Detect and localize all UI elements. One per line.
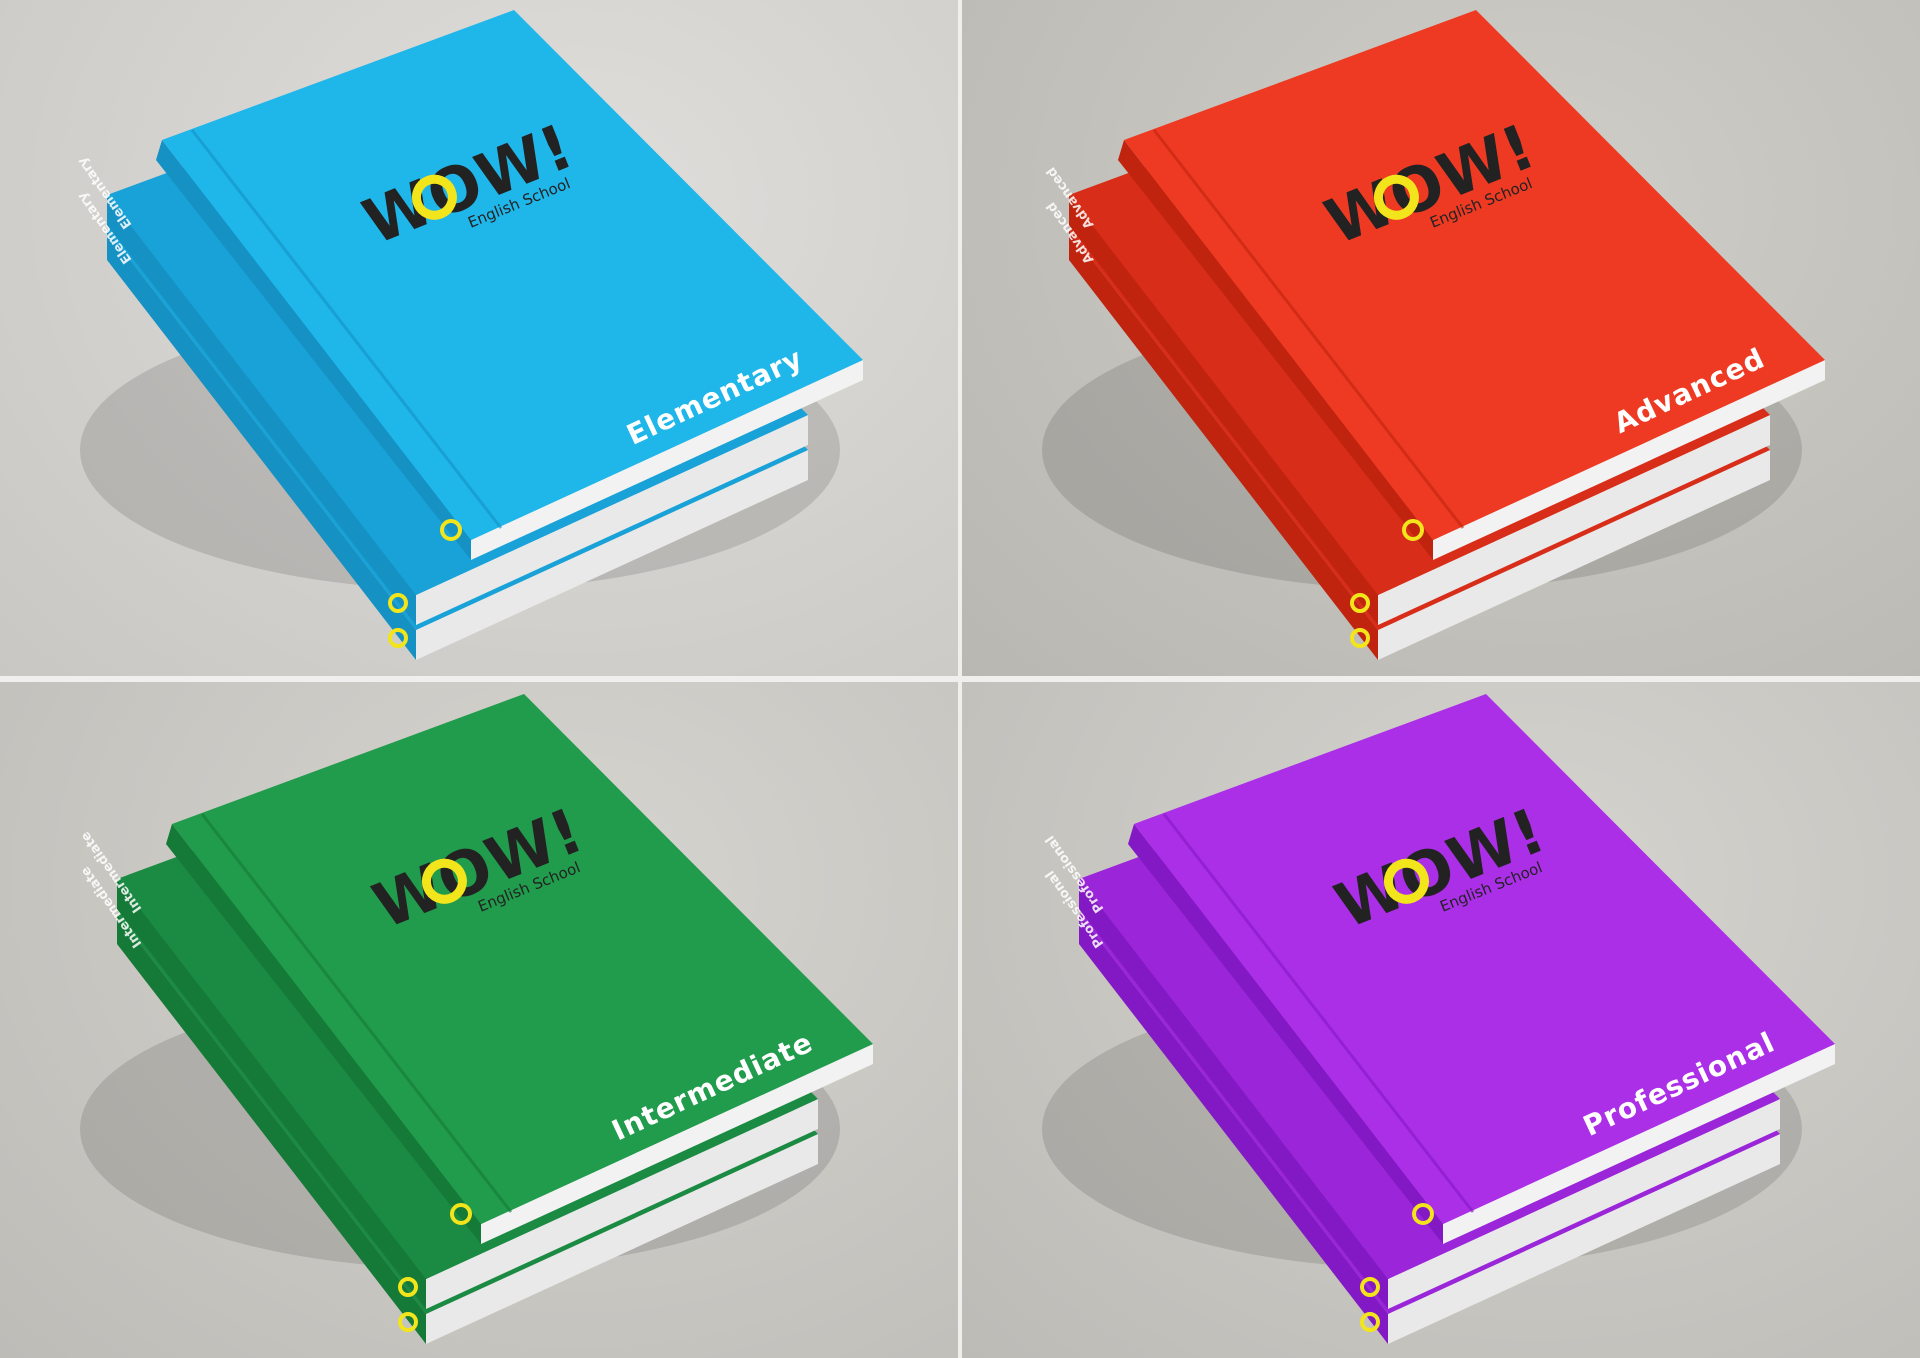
book-stack-illustration: AdvancedAdvanced WOW!English SchoolAdvanc… [1042,10,1825,660]
book-stack-intermediate: Intermediate Intermediate WOW! English Scho… [0,679,958,1358]
book-stack-professional: Professional Professional WOW! English Scho… [962,679,1920,1358]
book-stack-illustration: ProfessionalProfessional WOW!English Scho… [1042,694,1835,1344]
book-mockup-collage: Elementary Elementary WOW! English School El… [0,0,1920,1358]
book-stack-elementary: Elementary Elementary WOW! English School El… [0,0,958,679]
divider [0,676,1920,682]
book-stack-advanced: Advanced Advanced WOW! English School Advanc… [962,0,1920,679]
book-stack-illustration: ElementaryElementary WOW!English SchoolEl… [75,10,863,660]
book-stack-illustration: IntermediateIntermediate WOW!English Scho… [78,694,873,1344]
